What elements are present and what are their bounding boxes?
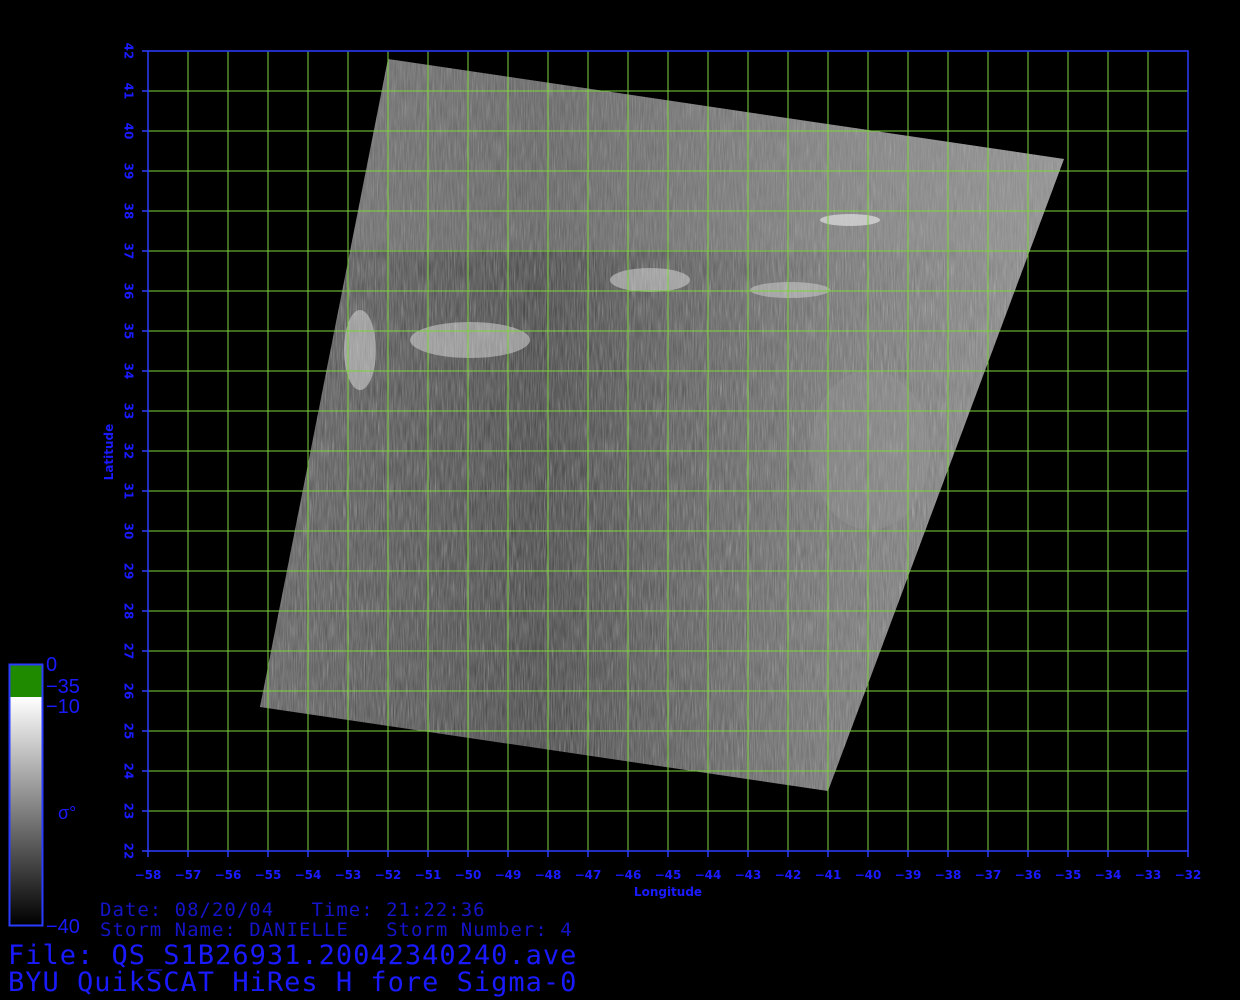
tick-label-lat: 40 bbox=[122, 123, 136, 140]
lat-lon-grid bbox=[148, 51, 1188, 851]
y-axis-label: Latitude bbox=[102, 424, 116, 481]
date-time-line: Date: 08/20/04 Time: 21:22:36 bbox=[100, 899, 486, 921]
colorbar-green-segment bbox=[10, 665, 42, 697]
tick-label-lon: −49 bbox=[495, 868, 522, 882]
tick-label-lon: −53 bbox=[335, 868, 362, 882]
tick-label-lon: −43 bbox=[735, 868, 762, 882]
tick-label-lat: 24 bbox=[122, 763, 136, 780]
tick-label-lon: −48 bbox=[535, 868, 562, 882]
tick-label-lon: −50 bbox=[455, 868, 482, 882]
tick-label-lon: −45 bbox=[655, 868, 682, 882]
bright-feature bbox=[344, 310, 376, 390]
swath-image bbox=[260, 59, 1064, 791]
tick-label-lon: −41 bbox=[815, 868, 842, 882]
tick-label-lon: −47 bbox=[575, 868, 602, 882]
tick-label-lon: −52 bbox=[375, 868, 402, 882]
tick-label-lat: 37 bbox=[122, 243, 136, 260]
product-line: BYU QuikSCAT HiRes H fore Sigma-0 bbox=[8, 967, 578, 998]
tick-label-lon: −51 bbox=[415, 868, 442, 882]
tick-label-lat: 33 bbox=[122, 403, 136, 420]
tick-label-lat: 26 bbox=[122, 683, 136, 700]
tick-label-lon: −36 bbox=[1015, 868, 1042, 882]
tick-label-lon: −55 bbox=[255, 868, 282, 882]
tick-label-lon: −39 bbox=[895, 868, 922, 882]
tick-label-lon: −35 bbox=[1055, 868, 1082, 882]
tick-label-lat: 38 bbox=[122, 203, 136, 220]
tick-label-lon: −38 bbox=[935, 868, 962, 882]
tick-label-lon: −42 bbox=[775, 868, 802, 882]
tick-label-lat: 27 bbox=[122, 643, 136, 660]
tick-label-lat: 35 bbox=[122, 323, 136, 340]
colorbar-label-bottom: −40 bbox=[46, 916, 80, 938]
tick-label-lat: 39 bbox=[122, 163, 136, 180]
file-line: File: QS_S1B26931.20042340240.ave bbox=[8, 940, 578, 971]
tick-label-lon: −56 bbox=[215, 868, 242, 882]
swath-bright-band bbox=[300, 60, 1064, 250]
colorbar bbox=[8, 663, 44, 927]
colorbar-label-white-top: −10 bbox=[46, 696, 80, 718]
tick-label-lat: 34 bbox=[122, 363, 136, 380]
colorbar-label-top: 0 bbox=[46, 654, 58, 676]
tick-label-lon: −32 bbox=[1175, 868, 1202, 882]
colorbar-symbol: σ° bbox=[58, 803, 77, 823]
tick-label-lat: 41 bbox=[122, 83, 136, 100]
tick-label-lon: −58 bbox=[135, 868, 162, 882]
tick-label-lat: 36 bbox=[122, 283, 136, 300]
bright-feature bbox=[750, 282, 830, 298]
tick-label-lon: −57 bbox=[175, 868, 202, 882]
tick-label-lat: 25 bbox=[122, 723, 136, 740]
tick-label-lon: −34 bbox=[1095, 868, 1122, 882]
tick-label-lon: −54 bbox=[295, 868, 322, 882]
colorbar-gray-ramp bbox=[10, 697, 42, 925]
tick-label-lat: 30 bbox=[122, 523, 136, 540]
tick-label-lon: −44 bbox=[695, 868, 722, 882]
tick-label-lat: 22 bbox=[122, 843, 136, 860]
tick-label-lat: 31 bbox=[122, 483, 136, 500]
tick-label-lon: −37 bbox=[975, 868, 1002, 882]
tick-label-lon: −40 bbox=[855, 868, 882, 882]
colorbar-label-green-bottom: −35 bbox=[46, 676, 80, 698]
storm-line: Storm Name: DANIELLE Storm Number: 4 bbox=[100, 919, 573, 941]
tick-label-lon: −46 bbox=[615, 868, 642, 882]
tick-label-lat: 29 bbox=[122, 563, 136, 580]
tick-label-lat: 28 bbox=[122, 603, 136, 620]
x-axis-label: Longitude bbox=[634, 885, 702, 899]
sigma0-map: −58 −57 −56 −55 −54 −53 −52 −51 −50 −49 −48 −47 −46−… bbox=[8, 43, 1202, 927]
tick-label-lat: 42 bbox=[122, 43, 136, 60]
tick-label-lat: 32 bbox=[122, 443, 136, 460]
bright-feature bbox=[610, 268, 690, 292]
tick-label-lat: 23 bbox=[122, 803, 136, 820]
tick-label-lon: −33 bbox=[1135, 868, 1162, 882]
bright-feature bbox=[820, 214, 880, 226]
